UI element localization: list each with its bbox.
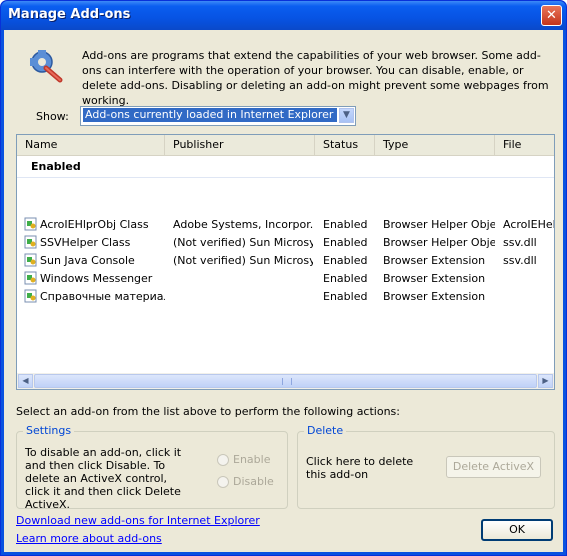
table-row[interactable]: Windows Messenger Enabled Browser Extens… [17, 270, 554, 288]
disable-radio[interactable] [217, 476, 229, 488]
delete-activex-button[interactable]: Delete ActiveX [446, 456, 541, 478]
column-file[interactable]: File [495, 135, 554, 155]
delete-description: Click here to delete this add-on [306, 455, 414, 481]
show-label: Show: [36, 110, 69, 123]
delete-group-title: Delete [304, 424, 347, 437]
cell-type: Browser Extension [383, 272, 486, 285]
group-header-enabled: Enabled [31, 160, 81, 173]
addon-icon [24, 253, 37, 267]
delete-group: Delete Click here to delete this add-on … [297, 424, 555, 509]
list-header: Name Publisher Status Type File [17, 135, 554, 156]
column-status[interactable]: Status [315, 135, 375, 155]
cell-type: Browser Extension [383, 290, 486, 303]
cell-name: Справочные материалы [40, 290, 165, 303]
scroll-right-icon[interactable]: ▶ [538, 374, 553, 388]
title-bar[interactable]: Manage Add-ons ✕ [1, 1, 566, 30]
show-dropdown-value: Add-ons currently loaded in Internet Exp… [83, 108, 337, 122]
chevron-down-icon[interactable]: ▼ [339, 108, 354, 123]
manage-addons-window: Manage Add-ons ✕ Add-ons are programs th… [0, 0, 567, 556]
dialog-body: Add-ons are programs that extend the cap… [4, 30, 563, 552]
cell-type: Browser Helper Object [383, 236, 495, 249]
intro-description: Add-ons are programs that extend the cap… [82, 49, 549, 107]
download-addons-link[interactable]: Download new add-ons for Internet Explor… [16, 514, 260, 527]
table-row[interactable]: SSVHelper Class (Not verified) Sun Micro… [17, 234, 554, 252]
column-name[interactable]: Name [17, 135, 165, 155]
table-row[interactable]: Sun Java Console (Not verified) Sun Micr… [17, 252, 554, 270]
table-row[interactable]: AcroIEHlprObj Class Adobe Systems, Incor… [17, 216, 554, 234]
cell-publisher: Adobe Systems, Incorpor... [173, 218, 313, 231]
cell-file: AcroIEHelp [503, 218, 554, 231]
table-row[interactable]: Справочные материалы Enabled Browser Ext… [17, 288, 554, 306]
scroll-left-icon[interactable]: ◀ [18, 374, 33, 388]
cell-status: Enabled [323, 236, 368, 249]
group-divider [17, 177, 554, 178]
cell-status: Enabled [323, 272, 368, 285]
grip-icon [282, 378, 292, 385]
cell-file: ssv.dll [503, 236, 537, 249]
disable-radio-label: Disable [233, 475, 274, 488]
enable-radio-label: Enable [233, 453, 271, 466]
show-dropdown[interactable]: Add-ons currently loaded in Internet Exp… [80, 106, 356, 126]
scrollbar-thumb[interactable] [34, 374, 537, 388]
cell-name: Sun Java Console [40, 254, 135, 267]
horizontal-scrollbar[interactable]: ◀ ▶ [17, 373, 554, 389]
ok-button[interactable]: OK [481, 519, 553, 541]
addon-icon [24, 235, 37, 249]
column-publisher[interactable]: Publisher [165, 135, 315, 155]
cell-name: SSVHelper Class [40, 236, 131, 249]
addons-list[interactable]: Name Publisher Status Type File Enabled … [16, 134, 555, 390]
window-title: Manage Add-ons [8, 7, 131, 22]
cell-status: Enabled [323, 290, 368, 303]
column-type[interactable]: Type [375, 135, 495, 155]
learn-more-link[interactable]: Learn more about add-ons [16, 532, 162, 545]
cell-file: ssv.dll [503, 254, 537, 267]
close-button[interactable]: ✕ [541, 5, 562, 26]
addons-tools-icon [30, 50, 63, 83]
settings-group: Settings To disable an add-on, click it … [16, 424, 288, 511]
cell-type: Browser Extension [383, 254, 486, 267]
cell-name: Windows Messenger [40, 272, 153, 285]
addon-icon [24, 289, 37, 303]
cell-publisher: (Not verified) Sun Microsy... [173, 254, 313, 267]
settings-group-title: Settings [23, 424, 75, 437]
actions-instruction: Select an add-on from the list above to … [16, 405, 400, 418]
cell-status: Enabled [323, 254, 368, 267]
enable-radio[interactable] [217, 454, 229, 466]
settings-description: To disable an add-on, click it and then … [25, 446, 182, 511]
cell-publisher: (Not verified) Sun Microsy... [173, 236, 313, 249]
addon-icon [24, 217, 37, 231]
cell-type: Browser Helper Object [383, 218, 495, 231]
cell-name: AcroIEHlprObj Class [40, 218, 149, 231]
cell-status: Enabled [323, 218, 368, 231]
addon-icon [24, 271, 37, 285]
